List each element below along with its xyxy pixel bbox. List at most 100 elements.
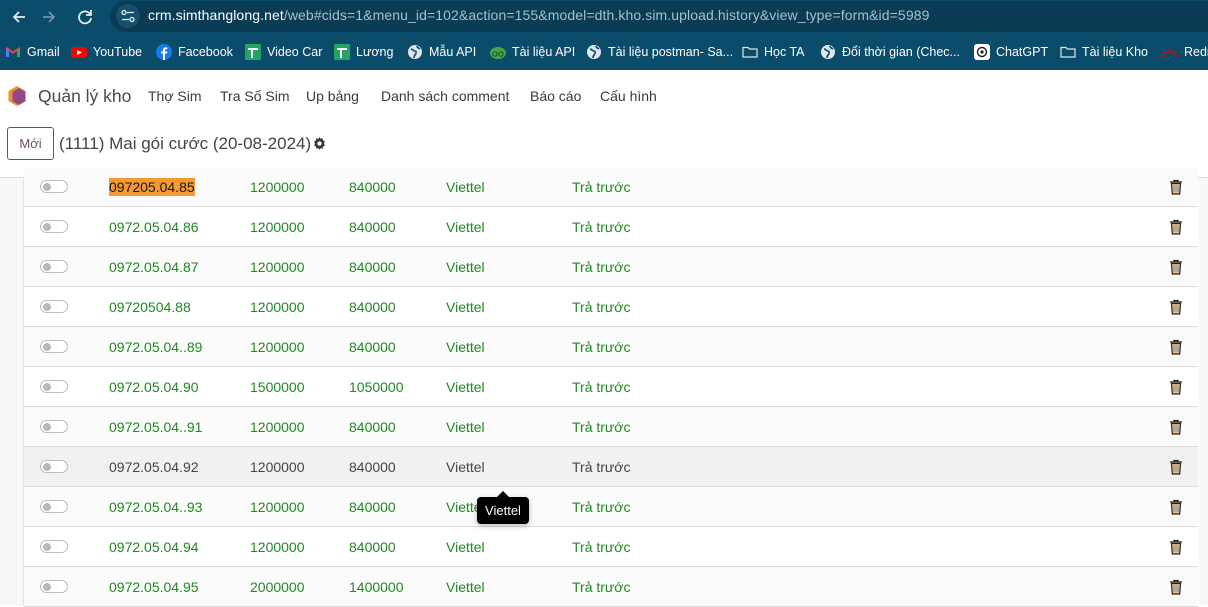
- gear-icon[interactable]: [313, 137, 326, 155]
- sim-type[interactable]: Trả trước: [572, 167, 630, 207]
- active-toggle[interactable]: [40, 420, 68, 433]
- active-toggle[interactable]: [40, 500, 68, 513]
- active-toggle[interactable]: [40, 540, 68, 553]
- cost-price[interactable]: 1400000: [349, 567, 404, 607]
- sim-number[interactable]: 0972.05.04.92: [109, 447, 199, 487]
- sim-number[interactable]: 09720504.88: [109, 287, 191, 327]
- cost-price[interactable]: 840000: [349, 327, 396, 367]
- carrier[interactable]: Viettel: [446, 407, 485, 447]
- bookmark-hoc-ta[interactable]: Học TA: [742, 43, 805, 61]
- reload-button[interactable]: [72, 4, 98, 30]
- table-row[interactable]: 0972.05.04..93 1200000 840000 Viettel Trả tr…: [24, 487, 1198, 527]
- sale-price[interactable]: 2000000: [250, 567, 305, 607]
- menu-tho-sim[interactable]: Thợ Sim: [148, 88, 202, 104]
- address-bar[interactable]: crm.simthanglong.net/web#cids=1&menu_id=…: [110, 1, 1208, 32]
- sale-price[interactable]: 1200000: [250, 327, 305, 367]
- sim-number[interactable]: 0972.05.04.94: [109, 527, 199, 567]
- cost-price[interactable]: 840000: [349, 407, 396, 447]
- bookmark-tai-lieu-kho[interactable]: Tài liệu Kho: [1060, 43, 1148, 61]
- table-row[interactable]: 0972.05.04..91 1200000 840000 Viettel Trả tr…: [24, 407, 1198, 447]
- cost-price[interactable]: 840000: [349, 247, 396, 287]
- bookmark-video-car[interactable]: Video Car: [245, 43, 322, 61]
- sale-price[interactable]: 1200000: [250, 247, 305, 287]
- sim-type[interactable]: Trả trước: [572, 567, 630, 607]
- sim-number[interactable]: 0972.05.04..89: [109, 327, 202, 367]
- trash-icon[interactable]: [1169, 419, 1183, 435]
- sale-price[interactable]: 1200000: [250, 167, 305, 207]
- sim-type[interactable]: Trả trước: [572, 367, 630, 407]
- sale-price[interactable]: 1200000: [250, 207, 305, 247]
- trash-icon[interactable]: [1169, 219, 1183, 235]
- active-toggle[interactable]: [40, 220, 68, 233]
- bookmark-doi-thoi-gian[interactable]: Đổi thời gian (Chec...: [820, 43, 960, 61]
- sim-number[interactable]: 0972.05.04.86: [109, 207, 199, 247]
- menu-cau-hinh[interactable]: Cấu hình: [600, 88, 657, 104]
- sim-type[interactable]: Trả trước: [572, 207, 630, 247]
- menu-danh-sach-comment[interactable]: Danh sách comment: [381, 88, 509, 104]
- bookmark-luong[interactable]: Lương: [334, 43, 393, 61]
- table-row[interactable]: 0972.05.04.92 1200000 840000 Viettel Trả trư…: [24, 447, 1198, 487]
- sim-type[interactable]: Trả trước: [572, 527, 630, 567]
- bookmark-tai-lieu-postman[interactable]: Tài liệu postman- Sa...: [586, 43, 733, 61]
- sale-price[interactable]: 1200000: [250, 487, 305, 527]
- carrier[interactable]: Viettel: [446, 527, 485, 567]
- trash-icon[interactable]: [1169, 539, 1183, 555]
- table-row[interactable]: 0972.05.04.87 1200000 840000 Viettel Trả trư…: [24, 247, 1198, 287]
- menu-tra-so-sim[interactable]: Tra Số Sim: [220, 88, 290, 104]
- sim-type[interactable]: Trả trước: [572, 247, 630, 287]
- active-toggle[interactable]: [40, 580, 68, 593]
- trash-icon[interactable]: [1169, 459, 1183, 475]
- sim-type[interactable]: Trả trước: [572, 327, 630, 367]
- bookmark-youtube[interactable]: YouTube: [71, 43, 142, 61]
- table-row[interactable]: 0972.05.04.90 1500000 1050000 Viettel Trả tr…: [24, 367, 1198, 407]
- trash-icon[interactable]: [1169, 179, 1183, 195]
- sim-number[interactable]: 0972.05.04.90: [109, 367, 199, 407]
- carrier[interactable]: Viettel: [446, 167, 485, 207]
- carrier[interactable]: Viettel: [446, 367, 485, 407]
- active-toggle[interactable]: [40, 260, 68, 273]
- sim-type[interactable]: Trả trước: [572, 447, 630, 487]
- cost-price[interactable]: 840000: [349, 167, 396, 207]
- bookmark-redmine[interactable]: Redm: [1161, 43, 1208, 61]
- active-toggle[interactable]: [40, 380, 68, 393]
- bookmark-chatgpt[interactable]: ChatGPT: [974, 43, 1048, 61]
- active-toggle[interactable]: [40, 180, 68, 193]
- bookmark-facebook[interactable]: Facebook: [156, 43, 233, 61]
- back-button[interactable]: [6, 4, 32, 30]
- sim-number[interactable]: 0972.05.04..91: [109, 407, 202, 447]
- sale-price[interactable]: 1500000: [250, 367, 305, 407]
- sim-number[interactable]: 0972.05.04..93: [109, 487, 202, 527]
- table-row[interactable]: 0972.05.04.86 1200000 840000 Viettel Trả trư…: [24, 207, 1198, 247]
- menu-bao-cao[interactable]: Báo cáo: [530, 88, 581, 104]
- table-row[interactable]: 0972.05.04.94 1200000 840000 Viettel Trả trư…: [24, 527, 1198, 567]
- table-row[interactable]: 0972.05.04.95 2000000 1400000 Viettel Trả tr…: [24, 567, 1198, 607]
- sim-type[interactable]: Trả trước: [572, 487, 630, 527]
- cost-price[interactable]: 1050000: [349, 367, 404, 407]
- sim-number[interactable]: 097205.04.85: [109, 167, 195, 207]
- trash-icon[interactable]: [1169, 499, 1183, 515]
- cost-price[interactable]: 840000: [349, 287, 396, 327]
- sim-number[interactable]: 0972.05.04.87: [109, 247, 199, 287]
- url-text[interactable]: crm.simthanglong.net/web#cids=1&menu_id=…: [148, 7, 929, 23]
- sim-number[interactable]: 0972.05.04.95: [109, 567, 199, 607]
- forward-button[interactable]: [36, 4, 62, 30]
- site-info-button[interactable]: [116, 4, 140, 28]
- table-row[interactable]: 0972.05.04..89 1200000 840000 Viettel Trả tr…: [24, 327, 1198, 367]
- carrier[interactable]: Viettel: [446, 207, 485, 247]
- bookmark-tai-lieu-api[interactable]: Tài liệu API: [490, 43, 575, 61]
- trash-icon[interactable]: [1169, 339, 1183, 355]
- active-toggle[interactable]: [40, 340, 68, 353]
- table-row[interactable]: 097205.04.85 1200000 840000 Viettel Trả trướ…: [24, 167, 1198, 207]
- app-name[interactable]: Quản lý kho: [38, 86, 131, 107]
- cost-price[interactable]: 840000: [349, 527, 396, 567]
- cost-price[interactable]: 840000: [349, 487, 396, 527]
- cost-price[interactable]: 840000: [349, 207, 396, 247]
- trash-icon[interactable]: [1169, 579, 1183, 595]
- new-button[interactable]: Mới: [7, 127, 54, 160]
- bookmark-mau-api[interactable]: Mẫu API: [407, 43, 476, 61]
- sale-price[interactable]: 1200000: [250, 407, 305, 447]
- active-toggle[interactable]: [40, 460, 68, 473]
- carrier[interactable]: Viettel: [446, 447, 485, 487]
- carrier[interactable]: Viettel: [446, 287, 485, 327]
- carrier[interactable]: Viettel: [446, 567, 485, 607]
